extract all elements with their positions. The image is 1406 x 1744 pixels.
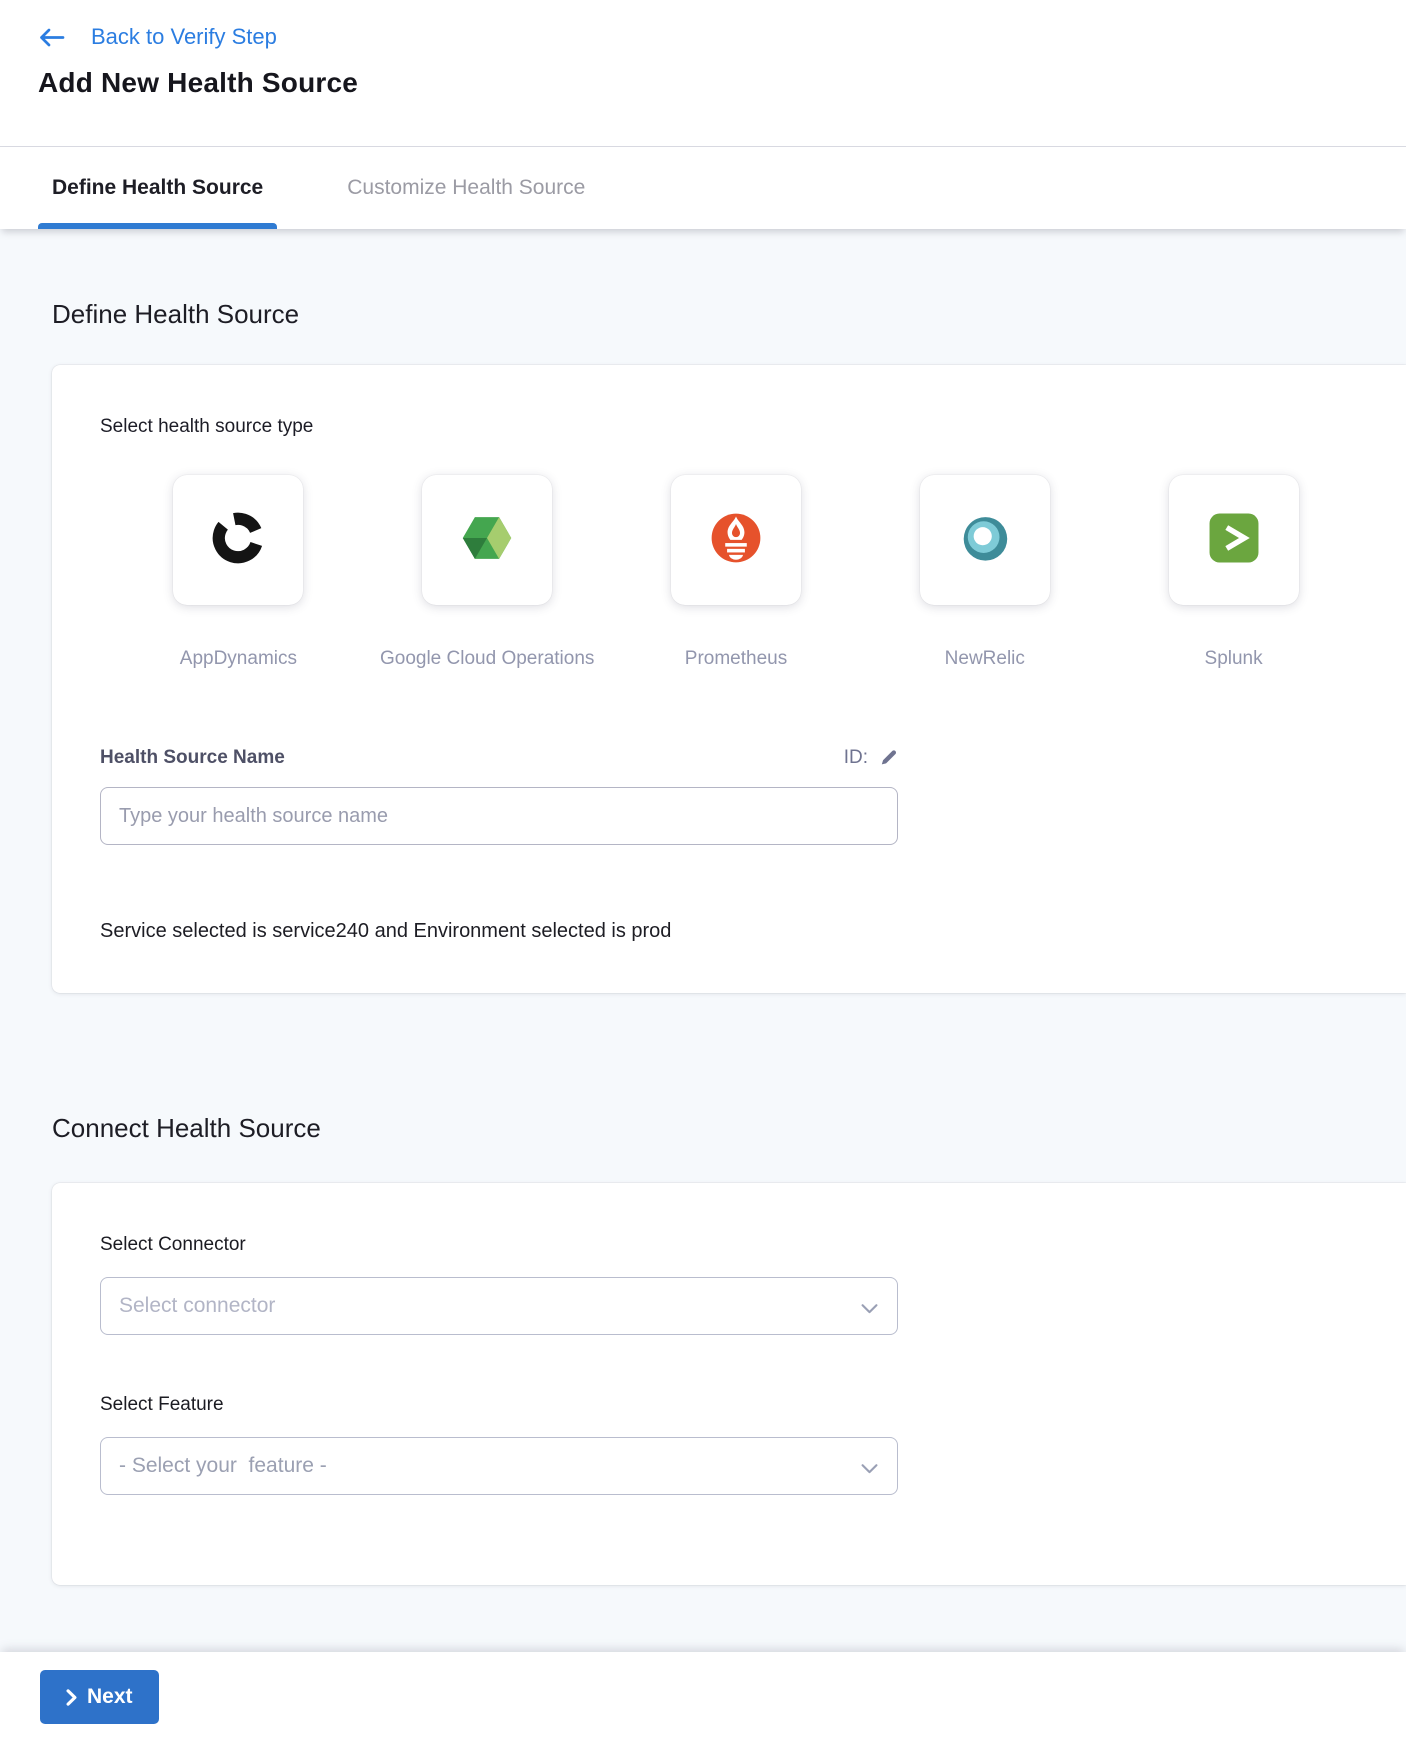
next-button[interactable]: Next	[40, 1670, 159, 1724]
page-header: Back to Verify Step Add New Health Sourc…	[0, 0, 1406, 147]
source-label: AppDynamics	[180, 647, 297, 671]
source-label: Prometheus	[685, 647, 787, 671]
source-label: Splunk	[1205, 647, 1263, 671]
source-option-appdynamics: AppDynamics	[114, 475, 363, 671]
newrelic-card[interactable]	[920, 475, 1050, 605]
splunk-icon	[1205, 509, 1263, 572]
health-source-name-input[interactable]	[100, 787, 898, 845]
select-connector-label: Select Connector	[100, 1233, 1358, 1257]
newrelic-icon	[956, 509, 1014, 572]
main-content: Define Health Source Select health sourc…	[0, 229, 1406, 1652]
source-option-splunk: Splunk	[1109, 475, 1358, 671]
back-arrow-icon	[38, 28, 65, 47]
google-cloud-operations-card[interactable]	[422, 475, 552, 605]
id-label: ID:	[844, 745, 868, 771]
connector-select[interactable]	[100, 1277, 898, 1335]
next-button-label: Next	[87, 1685, 133, 1709]
google-cloud-operations-icon	[456, 507, 518, 574]
pencil-icon	[880, 748, 898, 769]
select-feature-label: Select Feature	[100, 1393, 1358, 1417]
health-source-name-label: Health Source Name	[100, 745, 285, 771]
connect-health-source-card: Select Connector Select Feature	[52, 1183, 1406, 1585]
connector-select-wrap	[100, 1277, 898, 1335]
source-option-prometheus: Prometheus	[612, 475, 861, 671]
source-label: NewRelic	[945, 647, 1025, 671]
appdynamics-icon	[208, 508, 268, 573]
connect-section-title: Connect Health Source	[52, 1113, 1406, 1143]
edit-id-button[interactable]	[880, 748, 898, 769]
splunk-card[interactable]	[1169, 475, 1299, 605]
prometheus-icon	[706, 508, 766, 573]
back-link[interactable]: Back to Verify Step	[38, 24, 277, 50]
id-area: ID:	[844, 745, 898, 771]
tab-define-health-source[interactable]: Define Health Source	[38, 147, 277, 229]
service-environment-note: Service selected is service240 and Envir…	[100, 919, 1358, 943]
source-option-google-cloud-operations: Google Cloud Operations	[363, 475, 612, 671]
chevron-right-icon	[66, 1689, 77, 1706]
appdynamics-card[interactable]	[173, 475, 303, 605]
feature-select-wrap	[100, 1437, 898, 1495]
page-title: Add New Health Source	[38, 67, 1406, 99]
source-option-newrelic: NewRelic	[860, 475, 1109, 671]
footer-bar: Next	[0, 1652, 1406, 1744]
tab-bar: Define Health Source Customize Health So…	[0, 147, 1406, 229]
feature-select[interactable]	[100, 1437, 898, 1495]
prometheus-card[interactable]	[671, 475, 801, 605]
define-section-title: Define Health Source	[52, 299, 1406, 329]
back-link-label: Back to Verify Step	[91, 24, 277, 50]
define-health-source-card: Select health source type AppDynamics	[52, 365, 1406, 993]
source-label: Google Cloud Operations	[380, 647, 594, 671]
source-type-grid: AppDynamics Google Cloud Operations	[114, 475, 1358, 671]
tab-customize-health-source[interactable]: Customize Health Source	[333, 147, 599, 229]
health-source-name-row: Health Source Name ID:	[100, 745, 898, 771]
select-source-type-label: Select health source type	[100, 415, 1358, 439]
